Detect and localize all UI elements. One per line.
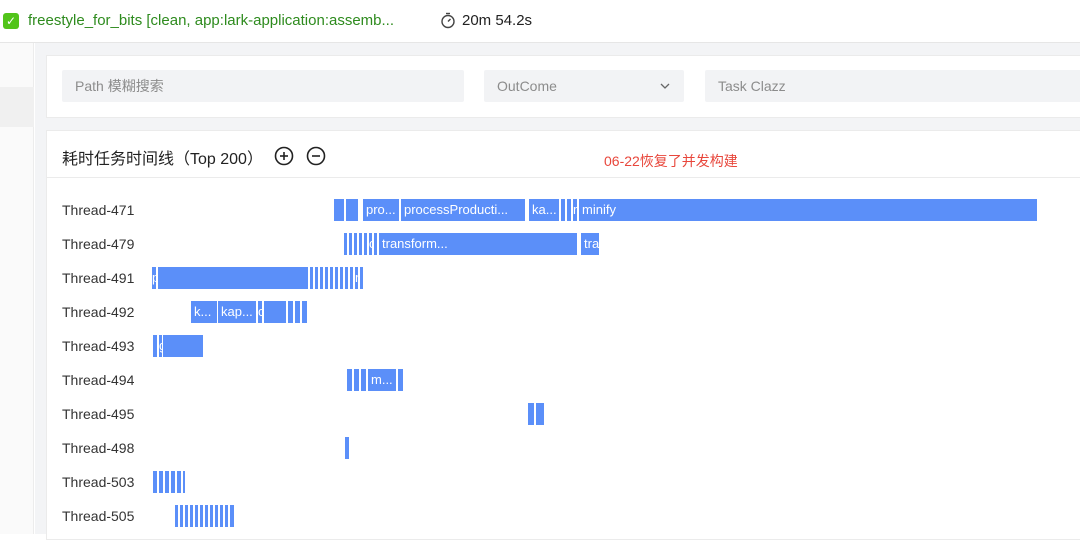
task-bar[interactable] bbox=[344, 437, 350, 459]
sidebar bbox=[0, 43, 34, 534]
timeline-title: 耗时任务时间线（Top 200） bbox=[62, 151, 263, 168]
task-bar[interactable] bbox=[397, 369, 404, 391]
task-bar[interactable] bbox=[527, 403, 535, 425]
thread-label: Thread-505 bbox=[62, 508, 135, 524]
zoom-in-icon[interactable] bbox=[274, 146, 294, 166]
task-bar[interactable] bbox=[535, 403, 545, 425]
task-bar[interactable]: kap... bbox=[217, 301, 257, 323]
task-bar[interactable]: transformClassesWithByteXForProductionCh… bbox=[580, 233, 600, 255]
thread-label: Thread-479 bbox=[62, 236, 135, 252]
thread-label: Thread-498 bbox=[62, 440, 135, 456]
thread-label: Thread-495 bbox=[62, 406, 135, 422]
thread-label: Thread-503 bbox=[62, 474, 135, 490]
thread-label: Thread-471 bbox=[62, 202, 135, 218]
sidebar-item-selected[interactable] bbox=[0, 87, 34, 127]
task-bar[interactable]: processProducti... bbox=[400, 199, 526, 221]
path-search-input[interactable]: Path 模糊搜索 bbox=[62, 70, 464, 102]
task-bar[interactable] bbox=[360, 369, 367, 391]
task-bar[interactable] bbox=[182, 471, 186, 493]
outcome-select[interactable]: OutCome bbox=[484, 70, 684, 102]
task-bar[interactable] bbox=[157, 267, 309, 289]
divider bbox=[46, 177, 1080, 178]
task-bar[interactable]: m... bbox=[367, 369, 397, 391]
task-bar[interactable] bbox=[333, 199, 345, 221]
thread-label: Thread-491 bbox=[62, 270, 135, 286]
stopwatch-icon bbox=[441, 12, 455, 29]
task-bar[interactable]: minify bbox=[578, 199, 1038, 221]
task-bar[interactable] bbox=[294, 301, 301, 323]
thread-label: Thread-492 bbox=[62, 304, 135, 320]
build-duration: 20m 54.2s bbox=[462, 12, 533, 29]
check-square-icon: ✓ bbox=[3, 13, 19, 29]
task-bar[interactable] bbox=[359, 267, 364, 289]
chevron-down-icon bbox=[660, 83, 670, 89]
timeline-annotation: 06-22恢复了并发构建 bbox=[604, 153, 738, 169]
zoom-out-icon[interactable] bbox=[306, 146, 326, 166]
thread-label: Thread-494 bbox=[62, 372, 135, 388]
task-bar[interactable]: pro... bbox=[362, 199, 400, 221]
thread-label: Thread-493 bbox=[62, 338, 135, 354]
build-title[interactable]: freestyle_for_bits [clean, app:lark-appl… bbox=[28, 12, 394, 29]
task-bar[interactable] bbox=[301, 301, 308, 323]
task-bar[interactable] bbox=[346, 369, 353, 391]
task-bar[interactable] bbox=[263, 301, 287, 323]
top-bar: ✓ freestyle_for_bits [clean, app:lark-ap… bbox=[0, 0, 1080, 42]
task-bar[interactable] bbox=[229, 505, 235, 527]
task-clazz-input[interactable]: Task Clazz bbox=[705, 70, 1080, 102]
task-bar[interactable]: ka... bbox=[528, 199, 560, 221]
task-bar[interactable] bbox=[345, 199, 359, 221]
task-bar[interactable] bbox=[287, 301, 294, 323]
task-bar[interactable] bbox=[353, 369, 360, 391]
task-bar[interactable]: transform... bbox=[378, 233, 578, 255]
task-bar[interactable] bbox=[162, 335, 204, 357]
